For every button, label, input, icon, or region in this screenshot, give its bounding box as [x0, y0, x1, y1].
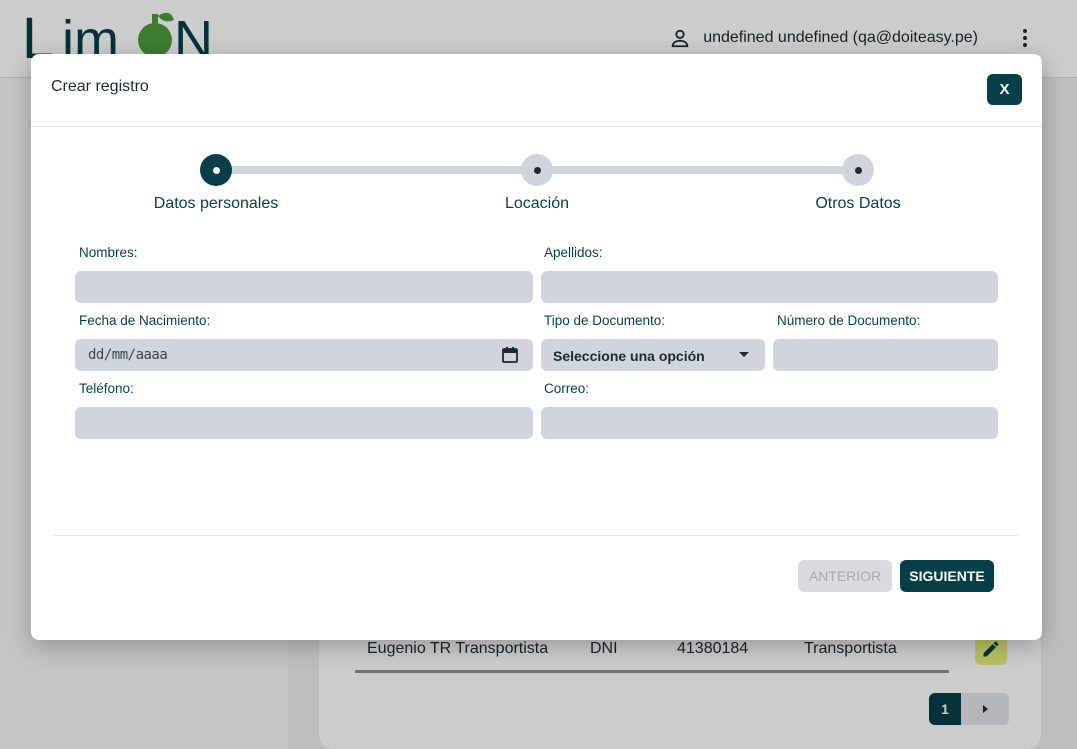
- tipo-documento-value: Seleccione una opción: [553, 348, 705, 364]
- create-record-dialog: Crear registro X Datos personales Locaci…: [31, 54, 1042, 640]
- dialog-title: Crear registro: [51, 78, 149, 95]
- telefono-input[interactable]: [75, 407, 533, 439]
- nombres-input[interactable]: [75, 271, 533, 303]
- step-3-indicator[interactable]: [842, 154, 874, 186]
- apellidos-label: Apellidos:: [544, 245, 603, 260]
- date-placeholder: dd/mm/aaaa: [88, 347, 168, 363]
- apellidos-input[interactable]: [541, 271, 998, 303]
- step-3-label: Otros Datos: [815, 195, 901, 212]
- dialog-header: Crear registro X: [31, 54, 1042, 127]
- telefono-label: Teléfono:: [79, 381, 134, 396]
- correo-label: Correo:: [544, 381, 590, 396]
- close-button[interactable]: X: [987, 74, 1022, 105]
- fecha-nacimiento-label: Fecha de Nacimiento:: [79, 313, 211, 328]
- correo-input[interactable]: [541, 407, 998, 439]
- step-2-label: Locación: [504, 195, 570, 212]
- step-1-indicator[interactable]: [200, 154, 232, 186]
- footer-divider: [54, 535, 1018, 536]
- numero-documento-input[interactable]: [773, 339, 998, 371]
- step-1-label: Datos personales: [153, 195, 279, 212]
- previous-button[interactable]: ANTERIOR: [798, 560, 892, 592]
- caret-down-icon: [739, 352, 749, 357]
- tipo-documento-select[interactable]: Seleccione una opción: [541, 339, 765, 371]
- calendar-icon[interactable]: [501, 346, 519, 364]
- step-2-indicator[interactable]: [521, 154, 553, 186]
- fecha-nacimiento-input[interactable]: dd/mm/aaaa: [75, 339, 533, 371]
- stepper: Datos personales Locación Otros Datos: [31, 152, 1042, 222]
- nombres-label: Nombres:: [79, 245, 138, 260]
- tipo-documento-label: Tipo de Documento:: [544, 313, 666, 328]
- next-button[interactable]: SIGUIENTE: [900, 560, 994, 592]
- numero-documento-label: Número de Documento:: [777, 313, 921, 328]
